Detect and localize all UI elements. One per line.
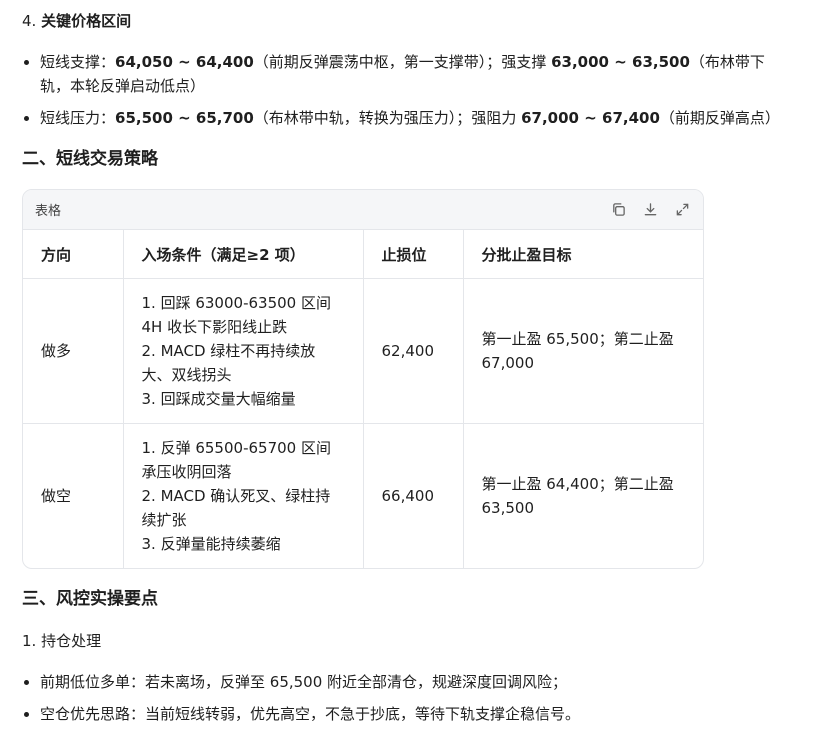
row-targets: 第一止盈 65,500；第二止盈 67,000	[463, 278, 703, 424]
list-item-support: 短线支撑：64,050 ~ 64,400（前期反弹震荡中枢，第一支撑带）；强支撑…	[0, 50, 800, 98]
resistance-label: 短线压力：	[40, 109, 116, 127]
copy-icon[interactable]	[609, 201, 627, 219]
strong-resistance-note: （前期反弹高点）	[659, 109, 780, 127]
support-note: （前期反弹震荡中枢，第一支撑带）；	[253, 53, 502, 71]
row-conditions: 1. 反弹 65500-65700 区间 承压收阴回落 2. MACD 确认死叉…	[123, 423, 364, 568]
condition-line: 续扩张	[141, 511, 187, 530]
strong-resistance-label: 强阻力	[471, 109, 517, 127]
list-item-resistance: 短线压力：65,500 ~ 65,700（布林带中轨，转换为强压力）；强阻力 6…	[0, 106, 800, 130]
risk-control-list: 前期低位多单：若未离场，反弹至 65,500 附近全部清仓，规避深度回调风险； …	[0, 670, 800, 726]
condition-line: 3. 回踩成交量大幅缩量	[141, 390, 296, 408]
price-range-list: 短线支撑：64,050 ~ 64,400（前期反弹震荡中枢，第一支撑带）；强支撑…	[0, 50, 800, 130]
expand-icon[interactable]	[673, 201, 691, 219]
strong-support-note-2: 轨，本轮反弹启动低点）	[40, 77, 206, 95]
section-4-number: 4.	[22, 12, 37, 30]
table-header-row: 方向 入场条件（满足≥2 项） 止损位 分批止盈目标	[23, 230, 703, 279]
section-2-heading: 二、短线交易策略	[22, 149, 158, 169]
target-line: 63,500	[481, 499, 535, 518]
strategy-table: 方向 入场条件（满足≥2 项） 止损位 分批止盈目标 做多 1. 回踩 6300…	[23, 230, 703, 569]
strong-support-value: 63,000 ~ 63,500	[551, 53, 690, 71]
condition-line: 1. 回踩 63000-63500 区间	[141, 294, 331, 312]
section-3-heading: 三、风控实操要点	[22, 589, 158, 609]
support-label: 短线支撑：	[40, 53, 116, 71]
section-4-title: 关键价格区间	[41, 12, 132, 30]
resistance-value: 65,500 ~ 65,700	[115, 109, 254, 127]
strong-support-note-1: （布林带下	[689, 53, 765, 71]
download-icon[interactable]	[641, 201, 659, 219]
target-line: 第一止盈 65,500；第二止盈	[481, 330, 674, 348]
condition-line: 4H 收长下影阳线止跌	[141, 318, 288, 336]
target-line: 第一止盈 64,400；第二止盈	[481, 475, 674, 494]
header-stop-loss: 止损位	[363, 230, 464, 279]
row-direction: 做空	[23, 423, 124, 568]
header-take-profit: 分批止盈目标	[463, 230, 703, 279]
strong-resistance-value: 67,000 ~ 67,400	[521, 109, 660, 127]
section-4-heading: 4. 关键价格区间	[22, 10, 131, 32]
strong-support-label: 强支撑	[501, 53, 547, 71]
row-stop-loss: 66,400	[363, 423, 464, 568]
position-handling-subheading: 1. 持仓处理	[22, 632, 102, 650]
table-card-header: 表格	[23, 190, 703, 230]
condition-line: 1. 反弹 65500-65700 区间	[141, 439, 331, 458]
table-toolbar	[609, 201, 691, 219]
condition-line: 大、双线拐头	[141, 366, 232, 384]
resistance-note: （布林带中轨，转换为强压力）；	[253, 109, 472, 127]
support-value: 64,050 ~ 64,400	[115, 53, 254, 71]
target-line: 67,000	[481, 354, 535, 372]
strategy-table-card: 表格 方向 入场条件（满足≥2 项） 止损位 分批止盈目标 做多 1. 回踩 6…	[22, 189, 704, 569]
row-conditions: 1. 回踩 63000-63500 区间 4H 收长下影阳线止跌 2. MACD…	[123, 278, 364, 424]
header-entry-conditions: 入场条件（满足≥2 项）	[123, 230, 364, 279]
condition-line: 2. MACD 确认死叉、绿柱持	[141, 487, 331, 506]
table-card-title: 表格	[35, 204, 62, 219]
list-item: 空仓优先思路：当前短线转弱，优先高空，不急于抄底，等待下轨支撑企稳信号。	[0, 702, 800, 726]
row-direction: 做多	[23, 278, 124, 424]
condition-line: 2. MACD 绿柱不再持续放	[141, 342, 316, 360]
table-row: 做空 1. 反弹 65500-65700 区间 承压收阴回落 2. MACD 确…	[23, 423, 703, 569]
table-row: 做多 1. 回踩 63000-63500 区间 4H 收长下影阳线止跌 2. M…	[23, 278, 703, 424]
list-item: 前期低位多单：若未离场，反弹至 65,500 附近全部清仓，规避深度回调风险；	[0, 670, 800, 694]
condition-line: 承压收阴回落	[141, 463, 232, 482]
header-direction: 方向	[23, 230, 124, 279]
row-stop-loss: 62,400	[363, 278, 464, 424]
condition-line: 3. 反弹量能持续萎缩	[141, 535, 281, 554]
row-targets: 第一止盈 64,400；第二止盈 63,500	[463, 424, 703, 569]
